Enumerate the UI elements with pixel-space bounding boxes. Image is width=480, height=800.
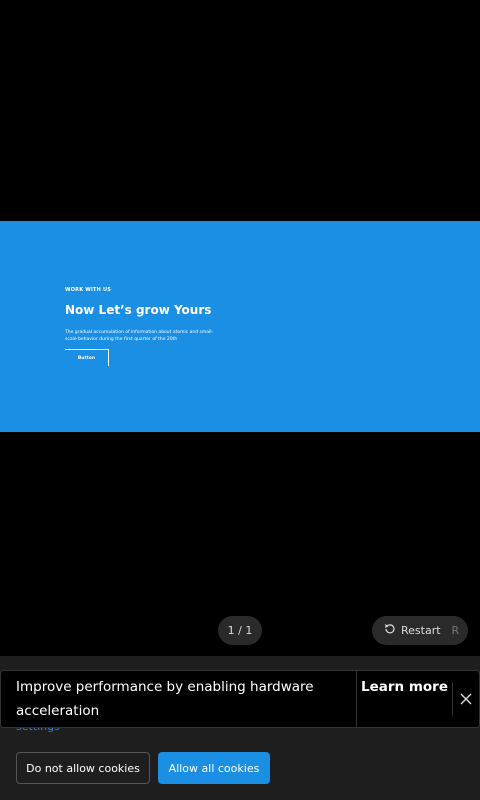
restart-icon (384, 623, 396, 638)
slide-eyebrow: WORK WITH US (65, 287, 112, 293)
close-icon (460, 690, 472, 709)
deny-cookies-button[interactable]: Do not allow cookies (16, 752, 150, 784)
slide (0, 221, 480, 432)
slide-headline: Now Let’s grow Yours (65, 303, 212, 317)
restart-shortcut-key: R (451, 624, 460, 637)
restart-label: Restart (401, 624, 441, 637)
slide-pager: 1 / 1 (218, 616, 262, 645)
slide-body: The gradual accumulation of information … (65, 330, 214, 342)
toast-message: Improve performance by enabling hardware… (16, 679, 314, 719)
toast-divider (452, 682, 453, 716)
restart-button[interactable]: Restart R (372, 616, 468, 645)
allow-cookies-button[interactable]: Allow all cookies (158, 752, 270, 784)
learn-more-link[interactable]: Learn more (357, 675, 452, 699)
slide-button[interactable]: Button (65, 349, 109, 366)
toast-close-button[interactable] (455, 688, 477, 710)
